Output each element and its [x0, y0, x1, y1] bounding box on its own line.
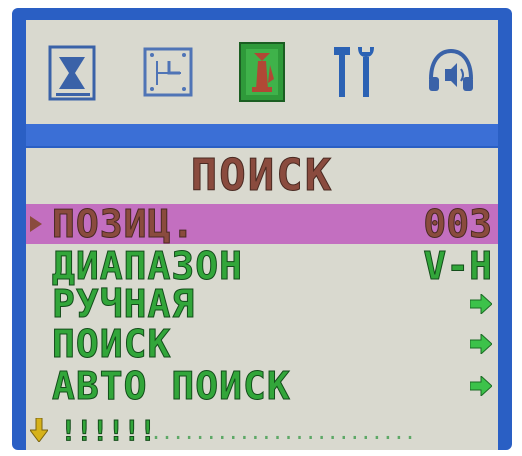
- tools-icon[interactable]: [328, 39, 384, 105]
- menu-title: ПОИСК: [190, 150, 334, 201]
- right-arrow-icon: [470, 334, 492, 354]
- clock-icon[interactable]: [140, 39, 196, 105]
- menu-row-search[interactable]: ПОИСК: [26, 322, 498, 366]
- sound-icon[interactable]: [423, 39, 479, 105]
- row-label: ДИАПАЗОН: [51, 244, 244, 288]
- tuning-icon[interactable]: [234, 39, 290, 105]
- menu-row-position[interactable]: ПОЗИЦ. 003: [26, 202, 498, 246]
- tv-osd-screen: ПОИСК ПОЗИЦ. 003 ДИАПАЗОН V-H РУЧНАЯ ПОИ…: [12, 8, 512, 450]
- right-arrow-icon: [470, 294, 492, 314]
- menu-row-manual[interactable]: РУЧНАЯ: [26, 282, 498, 326]
- search-menu: ПОИСК ПОЗИЦ. 003 ДИАПАЗОН V-H РУЧНАЯ ПОИ…: [26, 148, 498, 450]
- selection-caret-icon: [30, 216, 42, 232]
- row-label: РУЧНАЯ: [51, 282, 196, 326]
- row-value: 003: [423, 202, 493, 246]
- row-label: АВТО ПОИСК: [52, 364, 291, 408]
- down-arrow-icon: [30, 418, 48, 442]
- separator-strip: [26, 124, 498, 146]
- row-label: ПОЗИЦ.: [51, 202, 196, 246]
- menu-row-auto-search[interactable]: АВТО ПОИСК: [26, 364, 498, 408]
- right-arrow-icon: [470, 376, 492, 396]
- signal-level-bar: !!!!!! ........................: [26, 412, 498, 448]
- menu-row-range[interactable]: ДИАПАЗОН V-H: [26, 244, 498, 288]
- row-label: ПОИСК: [51, 322, 172, 366]
- row-value: V-H: [423, 244, 493, 288]
- menu-icon-bar: [26, 20, 498, 124]
- picture-icon[interactable]: [45, 39, 101, 105]
- level-marks: !!!!!!: [59, 414, 156, 448]
- level-rest: ........................: [150, 420, 416, 444]
